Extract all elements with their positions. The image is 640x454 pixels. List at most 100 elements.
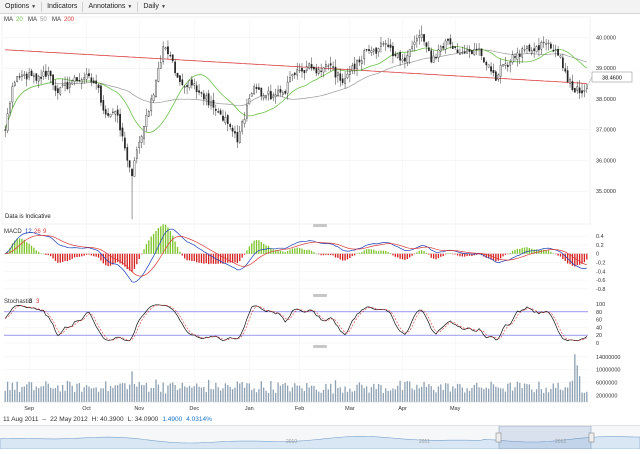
candle[interactable] (104, 105, 107, 119)
candle[interactable] (23, 71, 26, 80)
candle[interactable] (121, 122, 124, 142)
candle[interactable] (207, 89, 210, 109)
stock-chart[interactable]: 40.0000 39.0000 38.0000 37.0000 36.0000 35.00… (0, 14, 640, 414)
candle[interactable] (478, 43, 480, 56)
candle[interactable] (181, 73, 184, 87)
candle[interactable] (504, 56, 507, 70)
candle[interactable] (372, 48, 375, 56)
candle[interactable] (420, 25, 423, 42)
candle[interactable] (310, 57, 313, 71)
candle[interactable] (401, 53, 404, 64)
candle[interactable] (418, 29, 421, 45)
candle[interactable] (444, 38, 447, 54)
candle[interactable] (427, 41, 430, 52)
navigator-selection[interactable] (498, 425, 592, 450)
candle[interactable] (566, 65, 569, 84)
candle[interactable] (380, 37, 382, 53)
candle[interactable] (576, 81, 579, 94)
candle[interactable] (265, 94, 267, 101)
candle[interactable] (281, 90, 284, 97)
candle[interactable] (59, 86, 62, 96)
candle[interactable] (33, 72, 35, 84)
candle[interactable] (267, 86, 270, 101)
candle[interactable] (226, 113, 229, 132)
candle[interactable] (159, 55, 162, 69)
candle[interactable] (480, 48, 483, 60)
candle[interactable] (150, 94, 153, 116)
candle[interactable] (25, 71, 28, 87)
candle[interactable] (219, 108, 222, 115)
interval-menu[interactable]: Daily ▼ (138, 0, 171, 14)
candle[interactable] (224, 111, 227, 126)
candle[interactable] (569, 77, 571, 88)
candle[interactable] (45, 64, 47, 79)
candle[interactable] (258, 83, 260, 90)
candle[interactable] (581, 83, 583, 98)
candle[interactable] (145, 108, 148, 132)
candle[interactable] (30, 68, 33, 77)
candle[interactable] (360, 55, 363, 71)
candle[interactable] (538, 38, 540, 57)
candle[interactable] (451, 42, 454, 49)
candle[interactable] (339, 68, 342, 87)
candle[interactable] (262, 93, 265, 101)
macd-panel-handle[interactable] (313, 224, 327, 227)
candle[interactable] (559, 54, 562, 59)
volume-panel-handle[interactable] (313, 345, 327, 348)
candle[interactable] (547, 39, 550, 51)
price-panel[interactable] (4, 25, 593, 220)
candle[interactable] (54, 79, 57, 97)
candle[interactable] (375, 47, 378, 59)
candle[interactable] (358, 56, 361, 66)
candle[interactable] (167, 40, 169, 59)
candle[interactable] (523, 44, 526, 53)
candle[interactable] (528, 43, 531, 53)
candle[interactable] (387, 37, 390, 49)
candle[interactable] (447, 37, 449, 46)
candle[interactable] (229, 122, 232, 130)
candle[interactable] (550, 41, 552, 50)
candle[interactable] (162, 41, 165, 65)
candle[interactable] (217, 107, 220, 114)
candle[interactable] (18, 72, 21, 81)
candle[interactable] (85, 67, 88, 83)
candle[interactable] (475, 43, 478, 55)
candle[interactable] (169, 51, 172, 58)
candle[interactable] (210, 95, 212, 110)
candle[interactable] (241, 119, 244, 135)
candle[interactable] (42, 65, 45, 80)
candle[interactable] (90, 73, 93, 87)
candle[interactable] (128, 160, 131, 173)
candle[interactable] (195, 81, 198, 99)
candle[interactable] (468, 45, 471, 59)
candle[interactable] (272, 92, 275, 102)
candle[interactable] (66, 76, 69, 91)
candle[interactable] (171, 54, 174, 64)
candle[interactable] (449, 34, 452, 49)
candle[interactable] (425, 41, 428, 53)
candle[interactable] (253, 83, 255, 95)
candle[interactable] (552, 44, 555, 53)
candle[interactable] (516, 47, 519, 67)
candle[interactable] (483, 57, 485, 63)
candle[interactable] (499, 59, 502, 84)
candle[interactable] (284, 89, 287, 95)
candle[interactable] (497, 73, 500, 82)
candle[interactable] (487, 64, 490, 68)
candle[interactable] (305, 60, 308, 73)
candle[interactable] (320, 63, 322, 77)
range-navigator[interactable]: 2010 2011 2012 (0, 425, 640, 450)
candle[interactable] (329, 56, 332, 72)
candle[interactable] (92, 77, 95, 84)
candle[interactable] (521, 46, 524, 63)
candle[interactable] (430, 47, 433, 64)
candle[interactable] (557, 46, 559, 56)
candle[interactable] (107, 107, 109, 118)
candle[interactable] (147, 110, 150, 117)
candle[interactable] (337, 71, 339, 83)
candle[interactable] (540, 40, 543, 55)
candle[interactable] (492, 63, 495, 77)
candle[interactable] (164, 46, 167, 51)
candle[interactable] (274, 88, 277, 104)
candle[interactable] (143, 126, 145, 145)
